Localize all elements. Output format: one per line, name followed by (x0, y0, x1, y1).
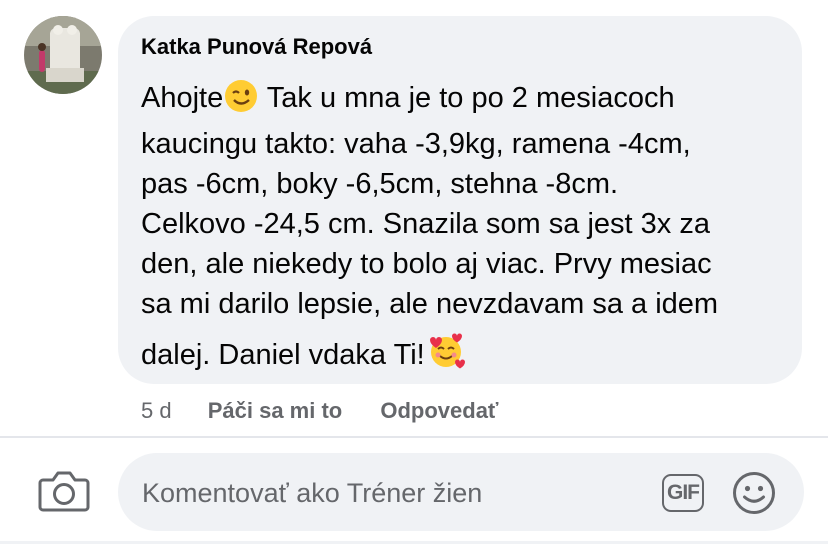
smiling-face-with-hearts-emoji-icon (426, 332, 466, 381)
comment-line: Ahojte Tak u mna je to po 2 mesiacoch (141, 78, 791, 124)
reply-button[interactable]: Odpovedať (380, 398, 498, 423)
comment-input[interactable] (140, 453, 654, 533)
like-button[interactable]: Páči sa mi to (208, 398, 343, 423)
comment-line: dalej. Daniel vdaka Ti! (141, 332, 791, 381)
comment-actions: 5 d Páči sa mi to Odpovedať (141, 398, 530, 424)
comment-text-segment: dalej. Daniel vdaka Ti! (141, 339, 425, 371)
comment-timestamp[interactable]: 5 d (141, 398, 172, 423)
winking-face-emoji-icon (224, 79, 258, 124)
comment-line: pas -6cm, boky -6,5cm, stehna -8cm. (141, 168, 619, 200)
comment-author[interactable]: Katka Punová Repová (141, 34, 372, 60)
comment-composer: GIF (118, 453, 804, 533)
divider (0, 436, 828, 438)
comment-text-segment: Ahojte (141, 82, 224, 114)
emoji-smile-icon[interactable] (732, 471, 776, 515)
comment-bubble: Katka Punová Repová Ahojte Tak u mna je … (118, 16, 802, 384)
comment-line: sa mi darilo lepsie, ale nevzdavam sa a … (141, 288, 719, 320)
comment-text: Ahojte Tak u mna je to po 2 mesiacoch ka… (141, 78, 791, 381)
avatar[interactable] (24, 16, 102, 94)
gif-icon[interactable]: GIF (662, 474, 704, 512)
comment-line: Celkovo -24,5 cm. Snazila som sa jest 3x… (141, 208, 710, 240)
camera-icon[interactable] (38, 466, 90, 514)
comment-line: kaucingu takto: vaha -3,9kg, ramena -4cm… (141, 128, 691, 160)
comment-text-segment: Tak u mna je to po 2 mesiacoch (259, 82, 675, 114)
comment-line: den, ale niekedy to bolo aj viac. Prvy m… (141, 248, 712, 280)
